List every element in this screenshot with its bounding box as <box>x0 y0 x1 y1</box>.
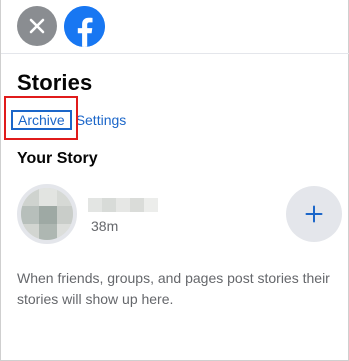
story-owner-name-blurred <box>88 196 160 214</box>
settings-link[interactable]: Settings <box>76 111 127 129</box>
facebook-logo-icon[interactable] <box>64 6 105 47</box>
empty-stories-message: When friends, groups, and pages post sto… <box>17 270 330 307</box>
plus-icon <box>305 205 323 223</box>
your-story-heading: Your Story <box>17 150 98 167</box>
archive-link[interactable]: Archive <box>11 110 72 130</box>
top-bar <box>1 0 349 54</box>
close-button[interactable] <box>17 6 57 46</box>
avatar <box>21 188 73 240</box>
stories-links: Archive Settings <box>11 110 126 130</box>
page-title: Stories <box>17 70 93 95</box>
close-icon <box>29 18 45 34</box>
story-timestamp: 38m <box>91 218 119 234</box>
your-story-avatar-button[interactable] <box>17 184 77 244</box>
add-story-button[interactable] <box>286 186 342 242</box>
stories-panel: Stories Archive Settings Your Story 38m <box>0 0 349 361</box>
